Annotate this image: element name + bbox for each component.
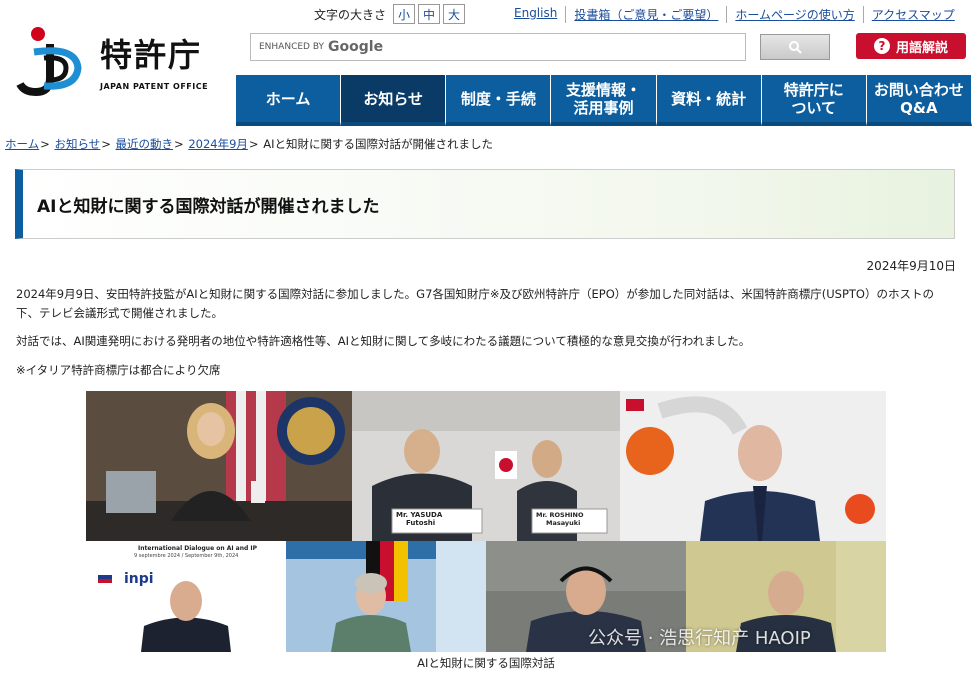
slide-date: 9 septembre 2024 / September 9th, 2024 [134,553,239,559]
page-title: AIと知財に関する国際対話が開催されました [37,197,380,217]
photo-epo-scene [620,391,886,541]
nameplate-yasuda: Mr. YASUDA Futoshi [396,511,442,527]
font-size-large-button[interactable]: 大 [443,4,466,24]
breadcrumb-sep: > [174,137,184,151]
photo-dpma [286,541,486,652]
inpi-logo: inpi [124,571,154,587]
watermark-text: 公众号 · 浩思行知产 HAOIP [588,628,811,649]
search-button[interactable] [760,34,830,60]
jpo-emblem-icon [16,27,82,97]
nav-about[interactable]: 特許庁について [761,75,867,126]
english-link[interactable]: English [512,6,565,23]
article-note: ※イタリア特許商標庁は都合により欠席 [16,363,221,377]
glossary-label: 用語解説 [895,40,948,56]
font-size-control: 文字の大きさ 小 中 大 [314,4,466,24]
search-input[interactable] [383,35,745,59]
nav-about-label: 特許庁について [783,80,844,117]
jpo-logo[interactable]: 特許庁 JAPAN PATENT OFFICE [14,22,214,98]
nav-news[interactable]: お知らせ [341,75,447,126]
breadcrumb-current: AIと知財に関する国際対話が開催されました [263,137,493,151]
photo-dpma-scene [286,541,486,652]
photo-uspto [86,391,352,541]
site-usage-link[interactable]: ホームページの使い方 [726,6,862,23]
nav-contact[interactable]: お問い合わせQ&A [866,75,972,126]
photo-uspto-scene [86,391,352,541]
page-title-box: AIと知財に関する国際対話が開催されました [15,169,955,239]
nameplate-roshino-given: Masayuki [546,519,581,527]
breadcrumb: ホーム> お知らせ> 最近の動き> 2024年9月> AIと知財に関する国際対話… [5,136,493,152]
logo-subtitle: JAPAN PATENT OFFICE [100,82,209,91]
top-links: English 投書箱（ご意見・ご要望） ホームページの使い方 アクセスマップ [512,6,963,23]
article-paragraph-2: 対話では、AI関連発明における発明者の地位や特許適格性等、AIと知財に関して多岐… [16,334,751,348]
publish-date: 2024年9月10日 [866,259,956,273]
breadcrumb-recent[interactable]: 最近の動き [116,137,174,151]
question-icon: ? [873,38,890,54]
search-box: ENHANCED BY Google [250,33,746,61]
google-logo: Google [328,39,384,55]
logo-name: 特許庁 [100,36,203,74]
photo-caption: AIと知財に関する国際対話 [417,656,555,670]
global-nav: ホーム お知らせ 制度・手続 支援情報・活用事例 資料・統計 特許庁について お… [236,75,972,126]
slide-title: International Dialogue on AI and IP [138,545,258,552]
font-size-medium-button[interactable]: 中 [418,4,441,24]
photo-inpi: International Dialogue on AI and IP 9 se… [86,541,286,652]
search-enhanced-label: ENHANCED BY [259,42,325,52]
photo-jpo: Mr. YASUDA Futoshi Mr. ROSHINO Masayuki [352,391,620,541]
photo-epo [620,391,886,541]
breadcrumb-news[interactable]: お知らせ [54,137,100,151]
breadcrumb-sep: > [101,137,111,151]
breadcrumb-sep: > [248,137,259,151]
nav-support-label: 支援情報・活用事例 [565,80,641,117]
nav-system-procedures[interactable]: 制度・手続 [446,75,552,126]
font-size-small-button[interactable]: 小 [393,4,416,24]
article-paragraph-1: 2024年9月9日、安田特許技監がAIと知財に関する国際対話に参加しました。G7… [16,287,934,320]
nameplate-roshino-name: Mr. ROSHINO [536,511,584,519]
nav-support[interactable]: 支援情報・活用事例 [551,75,657,126]
nav-contact-label: お問い合わせQ&A [873,80,964,117]
font-size-label: 文字の大きさ [314,7,387,22]
nav-home[interactable]: ホーム [236,75,342,126]
nav-statistics[interactable]: 資料・統計 [656,75,762,126]
access-map-link[interactable]: アクセスマップ [862,6,963,23]
breadcrumb-month[interactable]: 2024年9月 [188,137,248,151]
nameplate-yasuda-name: Mr. YASUDA [396,511,443,519]
breadcrumb-home[interactable]: ホーム [5,137,39,151]
glossary-button[interactable]: ? 用語解説 [856,33,966,59]
nameplate-roshino: Mr. ROSHINO Masayuki [536,511,584,527]
breadcrumb-sep: > [40,137,50,151]
meeting-photo: Mr. YASUDA Futoshi Mr. ROSHINO Masayuki [86,391,886,652]
feedback-link[interactable]: 投書箱（ご意見・ご要望） [565,6,726,23]
search-icon [789,41,802,54]
nameplate-yasuda-given: Futoshi [406,519,436,527]
